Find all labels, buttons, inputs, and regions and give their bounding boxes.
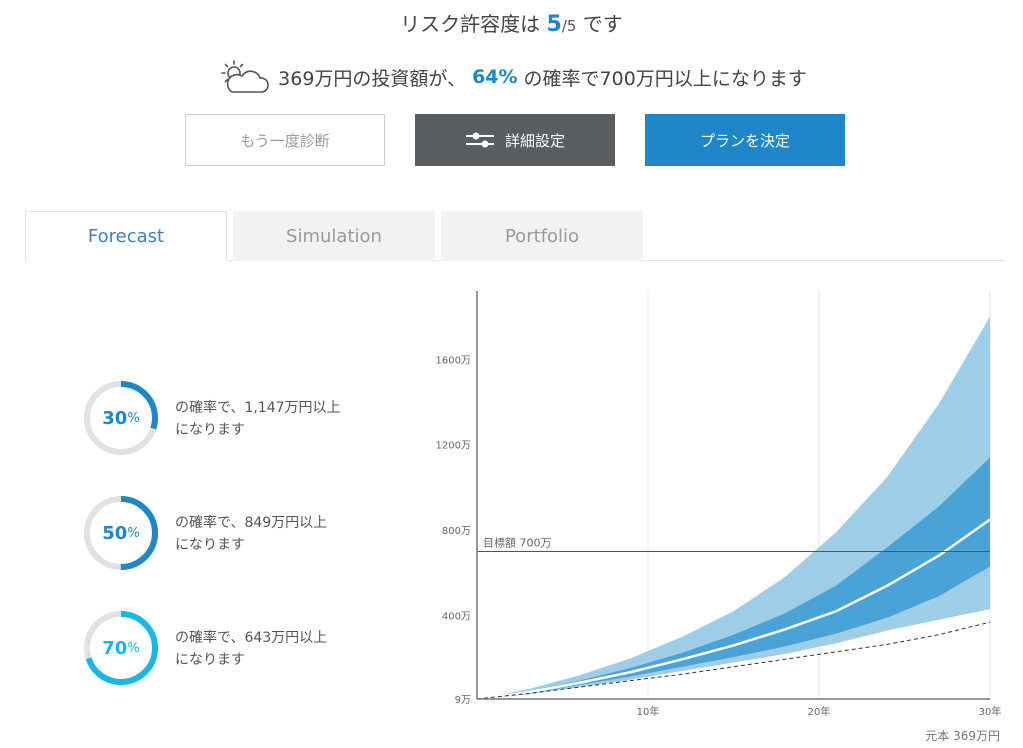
target-label: 目標額 700万: [483, 535, 552, 549]
forecast-headline: 369万円の投資額が、 64% の確率で700万円以上になります: [0, 58, 1023, 96]
x-tick-label: 30年: [979, 705, 1002, 718]
rediagnose-label: もう一度診断: [240, 131, 330, 150]
risk-suffix: です: [576, 12, 623, 36]
probability-number: 30: [102, 407, 128, 429]
tab-forecast[interactable]: Forecast: [25, 211, 227, 261]
headline-amount-text: 369万円の投資額が、: [278, 67, 467, 90]
x-tick-label: 10年: [637, 705, 660, 718]
probability-item-70: 70% の確率で、643万円以上 になります: [83, 610, 413, 690]
partly-cloudy-icon: [221, 60, 270, 93]
advanced-settings-button[interactable]: 詳細設定: [415, 114, 615, 166]
probability-description-line1: の確率で、849万円以上: [175, 515, 328, 531]
y-tick-label: 800万: [442, 526, 471, 537]
sliders-icon: [465, 132, 494, 148]
risk-tolerance-title: リスク許容度は 5/5 です: [0, 8, 1023, 37]
principal-label: 元本 369万円: [925, 729, 1000, 743]
probability-description-line2: になります: [175, 652, 245, 668]
probability-number: 70: [102, 637, 128, 659]
decide-plan-label: プランを決定: [699, 131, 790, 150]
probability-description-line2: になります: [175, 537, 245, 553]
probability-unit: %: [127, 640, 140, 656]
headline-probability: 64%: [472, 66, 518, 88]
probability-description-line1: の確率で、643万円以上: [175, 630, 328, 646]
probability-description-line1: の確率で、1,147万円以上: [175, 400, 341, 416]
probability-description: の確率で、643万円以上 になります: [175, 627, 375, 671]
decide-plan-button[interactable]: プランを決定: [645, 114, 845, 166]
y-tick-label: 400万: [442, 612, 471, 623]
tab-portfolio[interactable]: Portfolio: [441, 211, 643, 261]
tab-simulation[interactable]: Simulation: [233, 211, 435, 261]
risk-prefix: リスク許容度は: [400, 12, 547, 36]
view-tabs: Forecast Simulation Portfolio: [25, 211, 1005, 261]
probability-value: 70%: [83, 610, 159, 686]
y-tick-label: 1200万: [436, 441, 471, 452]
y-tick-label: 1600万: [436, 355, 471, 366]
probability-value: 50%: [83, 495, 159, 571]
probability-unit: %: [127, 410, 140, 426]
forecast-chart: 目標額 700万 9万 400万 800万 1200万 1600万 10年 20年 30年元本 …: [436, 291, 1002, 743]
risk-level: 5: [546, 12, 562, 37]
probability-description: の確率で、1,147万円以上 になります: [175, 397, 375, 441]
probability-value: 30%: [83, 380, 159, 456]
probability-unit: %: [127, 525, 140, 541]
advanced-settings-label: 詳細設定: [504, 131, 565, 150]
x-tick-label: 20年: [808, 705, 831, 718]
headline-target-text: の確率で700万円以上になります: [523, 67, 807, 90]
probability-item-50: 50% の確率で、849万円以上 になります: [83, 495, 413, 575]
probability-description: の確率で、849万円以上 になります: [175, 512, 375, 556]
y-tick-label: 9万: [455, 695, 471, 706]
rediagnose-button[interactable]: もう一度診断: [185, 114, 385, 166]
probability-number: 50: [102, 522, 128, 544]
probability-description-line2: になります: [175, 422, 245, 438]
probability-item-30: 30% の確率で、1,147万円以上 になります: [83, 380, 413, 460]
